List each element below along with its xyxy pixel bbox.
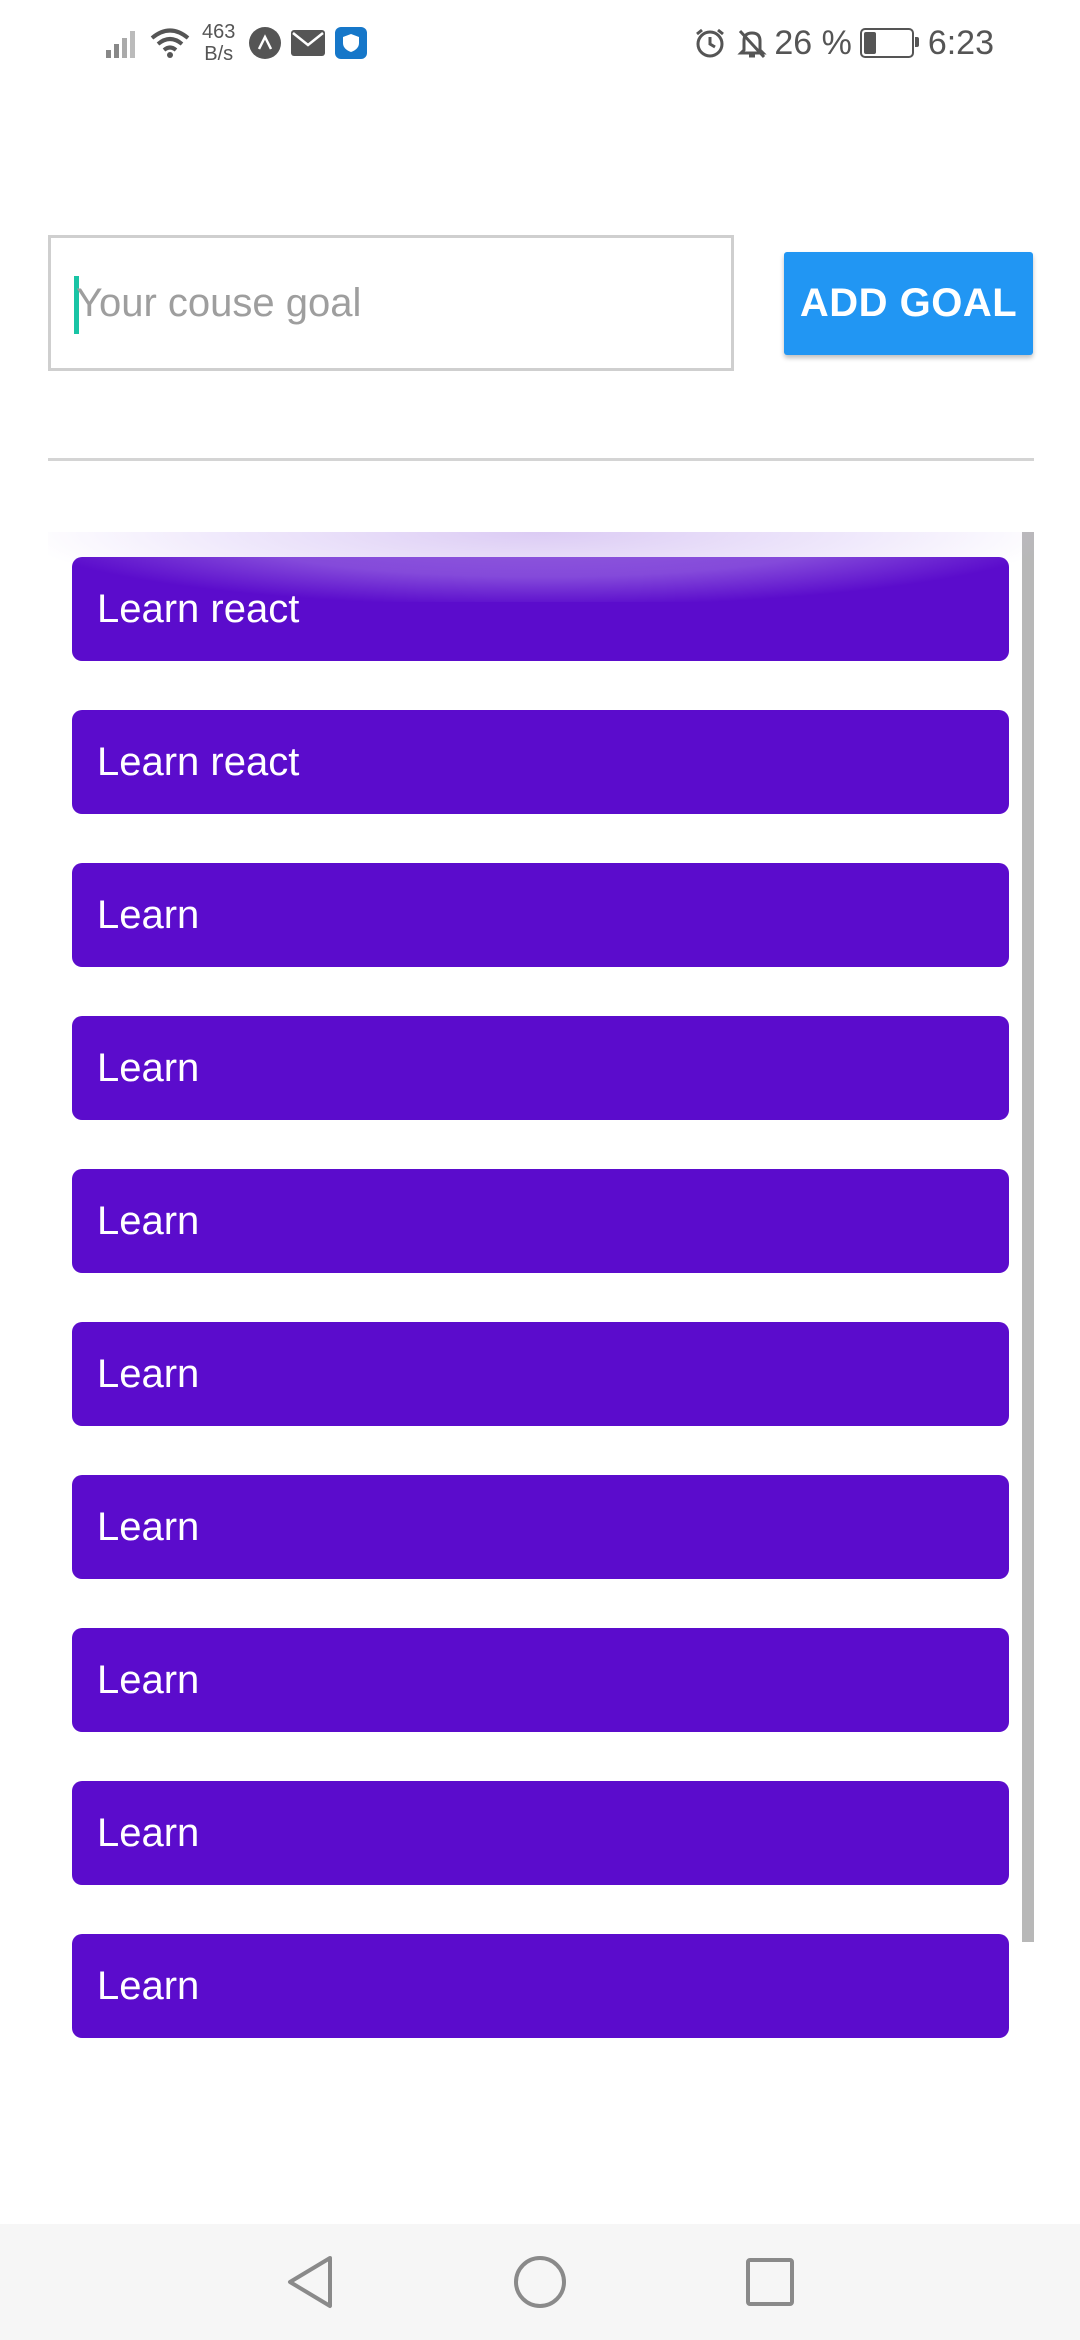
goal-input[interactable] <box>76 238 719 368</box>
goal-list-scrollview[interactable]: Learn react Learn react Learn Learn Learn Lea… <box>48 532 1034 2062</box>
goal-item-label: Learn <box>97 1963 200 2008</box>
goal-item[interactable]: Learn <box>72 1475 1009 1579</box>
goal-item[interactable]: Learn react <box>72 557 1009 661</box>
clock: 6:23 <box>927 23 994 62</box>
goal-item[interactable]: Learn <box>72 1016 1009 1120</box>
bell-off-icon <box>736 27 768 59</box>
goal-item-label: Learn <box>97 892 200 937</box>
goal-item[interactable]: Learn react <box>72 710 1009 814</box>
goal-item[interactable]: Learn <box>72 1934 1009 2038</box>
signal-icon <box>106 28 142 58</box>
goal-item-label: Learn <box>97 1198 200 1243</box>
status-bar: 463 B/s 26 % 6:23 <box>0 0 1080 86</box>
goal-item[interactable]: Learn <box>72 1781 1009 1885</box>
mail-icon <box>291 30 326 56</box>
navigation-bar <box>0 2224 1080 2340</box>
battery-fill <box>863 32 876 54</box>
status-left: 463 B/s <box>106 16 368 70</box>
goal-item-label: Learn react <box>97 586 300 631</box>
goal-item-label: Learn react <box>97 739 300 784</box>
status-right: 26 % 6:23 <box>694 16 994 70</box>
goal-item-label: Learn <box>97 1351 200 1396</box>
net-speed: 463 B/s <box>202 21 235 65</box>
alarm-icon <box>694 27 726 59</box>
net-speed-value: 463 <box>202 21 236 43</box>
home-icon[interactable] <box>510 2252 570 2312</box>
add-goal-button[interactable]: ADD GOAL <box>784 252 1033 355</box>
wifi-icon <box>150 27 190 59</box>
goal-list: Learn react Learn react Learn Learn Learn Lea… <box>72 557 1009 2062</box>
app-notification-icon <box>249 27 282 59</box>
battery-icon <box>859 28 919 58</box>
goal-item-label: Learn <box>97 1810 200 1855</box>
scrollbar[interactable] <box>1022 532 1034 1942</box>
back-icon[interactable] <box>280 2252 340 2312</box>
net-speed-unit: B/s <box>204 43 234 65</box>
goal-item[interactable]: Learn <box>72 863 1009 967</box>
goal-item-label: Learn <box>97 1657 200 1702</box>
goal-item[interactable]: Learn <box>72 1169 1009 1273</box>
shield-icon <box>335 27 368 59</box>
goal-item-label: Learn <box>97 1045 200 1090</box>
goal-item[interactable]: Learn <box>72 1322 1009 1426</box>
battery-percent: 26 % <box>774 23 852 62</box>
goal-item[interactable]: Learn <box>72 1628 1009 1732</box>
goal-input-container[interactable] <box>48 235 734 371</box>
goal-item-label: Learn <box>97 1504 200 1549</box>
recents-icon[interactable] <box>740 2252 800 2312</box>
divider <box>48 458 1034 461</box>
